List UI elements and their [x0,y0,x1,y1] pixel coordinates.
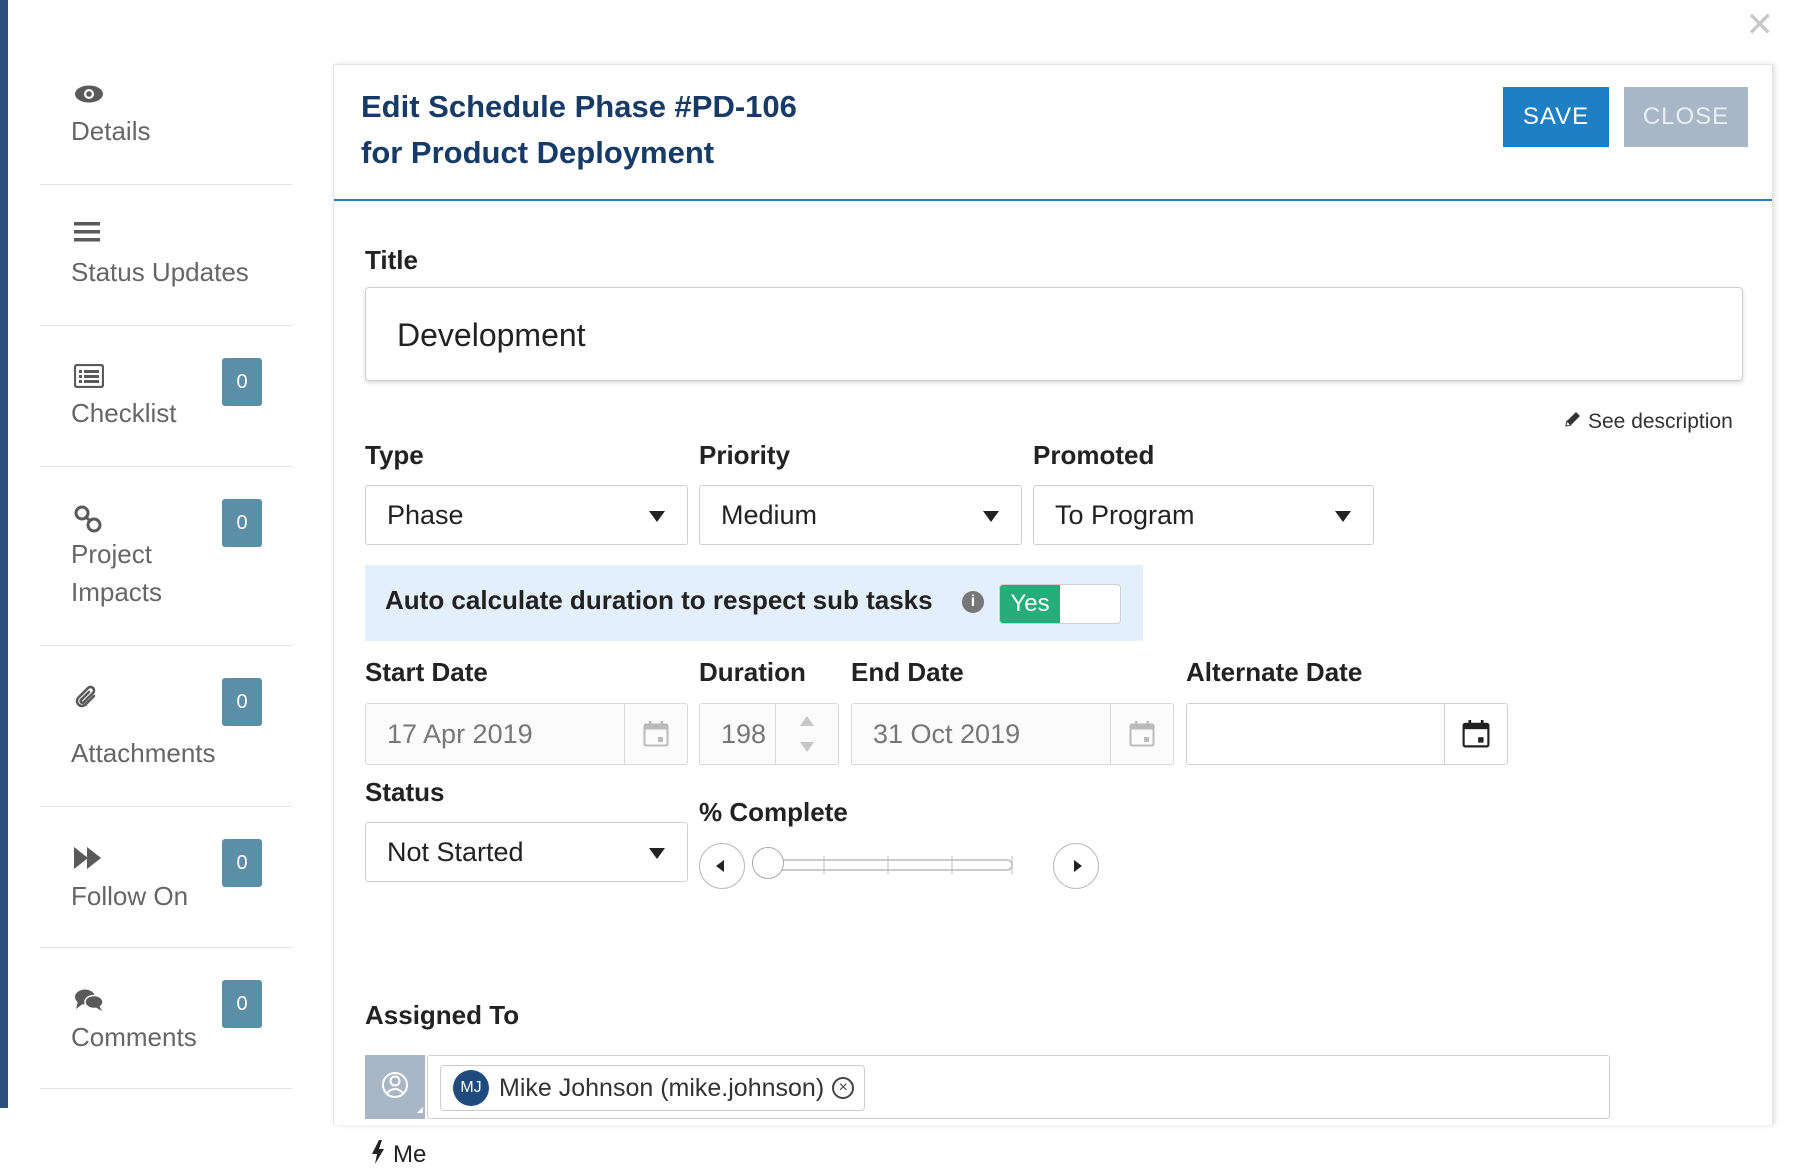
bolt-icon [371,1140,385,1171]
title-label: Title [365,245,418,275]
assignee-name: Mike Johnson (mike.johnson) [499,1073,825,1102]
sidebar-item-label: Details [71,116,151,146]
close-button[interactable]: CLOSE [1624,87,1748,147]
duration-value: 198 [721,719,767,749]
alternate-date-label: Alternate Date [1186,657,1363,687]
page-subtitle: for Product Deployment [361,135,715,170]
start-date-field[interactable]: 17 Apr 2019 [365,703,688,765]
attachments-count-badge: 0 [222,678,262,726]
end-date-label: End Date [851,657,964,687]
caret-down-icon [649,848,665,859]
comments-icon [74,988,104,1012]
link-icon [74,505,102,533]
sidebar-item-details[interactable]: Details [40,60,292,185]
sidebar-item-label: Impacts [71,577,163,607]
sidebar: Details Status Updates Checklist 0 Proje… [40,60,292,1089]
sidebar-item-comments[interactable]: Comments 0 [40,948,292,1089]
follow-on-count-badge: 0 [222,839,262,887]
assignee-tag: MJ Mike Johnson (mike.johnson) × [440,1065,866,1111]
auto-calculate-toggle[interactable]: Yes [999,584,1121,624]
assigned-to-field[interactable]: MJ Mike Johnson (mike.johnson) × [427,1055,1610,1119]
priority-label: Priority [699,440,791,470]
pencil-icon [1564,410,1582,434]
sidebar-item-label: Comments [71,1022,197,1052]
priority-select-value: Medium [721,500,818,530]
eye-icon [74,84,104,104]
auto-calculate-row: Auto calculate duration to respect sub t… [365,565,1143,641]
increase-button[interactable] [1053,843,1099,889]
end-date-field[interactable]: 31 Oct 2019 [851,703,1174,765]
type-label: Type [365,440,424,470]
sidebar-item-status-updates[interactable]: Status Updates [40,185,292,326]
sidebar-item-attachments[interactable]: Attachments 0 [40,646,292,807]
status-select[interactable]: Not Started [365,822,688,882]
sidebar-item-label: Project [71,539,152,569]
list-lines-icon [74,221,100,243]
calendar-icon[interactable] [1110,704,1173,764]
promoted-select[interactable]: To Program [1033,485,1374,545]
see-description-link[interactable]: See description [1564,410,1733,434]
complete-label: % Complete [699,797,848,827]
start-date-label: Start Date [365,657,488,687]
sidebar-item-label: Attachments [71,738,216,768]
sidebar-item-label: Checklist [71,398,177,428]
comments-count-badge: 0 [222,980,262,1028]
promoted-select-value: To Program [1055,500,1195,530]
percent-complete-slider[interactable] [752,847,1024,879]
panel-header: Edit Schedule Phase #PD-106 for Product … [334,65,1772,201]
alternate-date-field[interactable] [1186,703,1508,765]
checklist-icon [74,364,104,388]
project-impacts-count-badge: 0 [222,499,262,547]
title-input[interactable]: Development [365,287,1743,381]
page-title: Edit Schedule Phase #PD-106 [361,89,797,124]
caret-down-icon [649,511,665,522]
duration-label: Duration [699,657,806,687]
modal-close-icon[interactable]: ✕ [1746,8,1775,42]
sidebar-item-label: Follow On [71,881,189,911]
status-label: Status [365,777,445,807]
toggle-on-label: Yes [1000,585,1060,623]
assigned-to-label: Assigned To [365,1000,520,1030]
sidebar-item-checklist[interactable]: Checklist 0 [40,326,292,467]
duration-field[interactable]: 198 [699,703,839,765]
priority-select[interactable]: Medium [699,485,1022,545]
me-link-text: Me [393,1140,427,1168]
sidebar-item-project-impacts[interactable]: Project Impacts 0 [40,467,292,646]
sidebar-item-follow-on[interactable]: Follow On 0 [40,807,292,948]
save-button[interactable]: SAVE [1503,87,1609,147]
edit-phase-panel: Edit Schedule Phase #PD-106 for Product … [333,64,1773,1168]
decrease-button[interactable] [699,843,745,889]
duration-stepper[interactable] [775,704,838,764]
assign-me-link[interactable]: Me [371,1140,426,1171]
fast-forward-icon [74,847,102,869]
background-window-edge [0,0,8,1108]
sidebar-item-label: Status Updates [71,257,249,287]
caret-down-icon [1335,511,1351,522]
user-picker-button[interactable] [365,1055,425,1119]
info-icon[interactable]: i [962,591,984,613]
checklist-count-badge: 0 [222,358,262,406]
calendar-icon[interactable] [624,704,687,764]
slider-handle[interactable] [752,847,784,879]
avatar: MJ [453,1070,489,1106]
type-select[interactable]: Phase [365,485,688,545]
caret-down-icon [983,511,999,522]
end-date-value: 31 Oct 2019 [873,719,1021,749]
promoted-label: Promoted [1033,440,1155,470]
remove-assignee-icon[interactable]: × [832,1077,855,1099]
auto-calculate-label: Auto calculate duration to respect sub t… [385,585,933,615]
start-date-value: 17 Apr 2019 [387,719,533,749]
status-select-value: Not Started [387,837,524,867]
paperclip-icon [74,684,100,712]
see-description-text: See description [1588,410,1733,433]
type-select-value: Phase [387,500,464,530]
calendar-icon[interactable] [1444,704,1507,764]
